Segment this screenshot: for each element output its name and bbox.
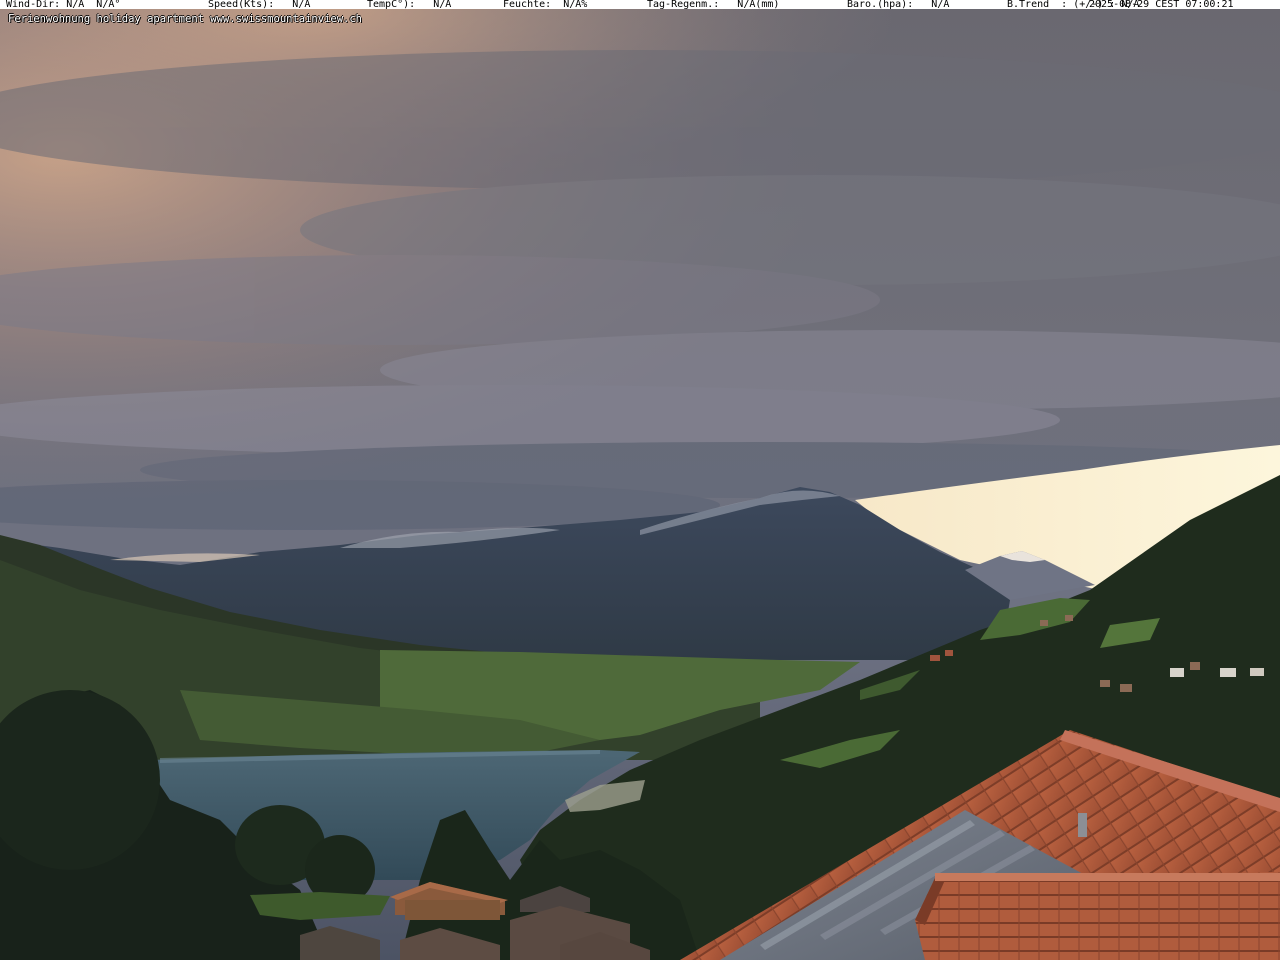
webcam-image <box>0 0 1280 960</box>
humidity-readout: Feuchte: N/A% <box>503 0 588 10</box>
timestamp: 2025-08-29 CEST 07:00:21 <box>1089 0 1234 10</box>
temperature-readout: TempC°): N/A <box>367 0 452 10</box>
wind-speed-readout: Speed(Kts): N/A <box>208 0 311 10</box>
roof-vent <box>1078 813 1087 837</box>
rainfall-readout: Tag-Regenm.: N/A(mm) <box>647 0 780 10</box>
weather-telemetry-bar: Wind-Dir: N/A N/A° Speed(Kts): N/A TempC… <box>0 0 1280 10</box>
wind-direction-readout: Wind-Dir: N/A N/A° <box>6 0 121 10</box>
webcam-caption: Ferienwohnung holiday apartment www.swis… <box>8 13 363 25</box>
lower-roof <box>915 872 1280 960</box>
barometer-readout: Baro.(hpa): N/A <box>847 0 950 10</box>
